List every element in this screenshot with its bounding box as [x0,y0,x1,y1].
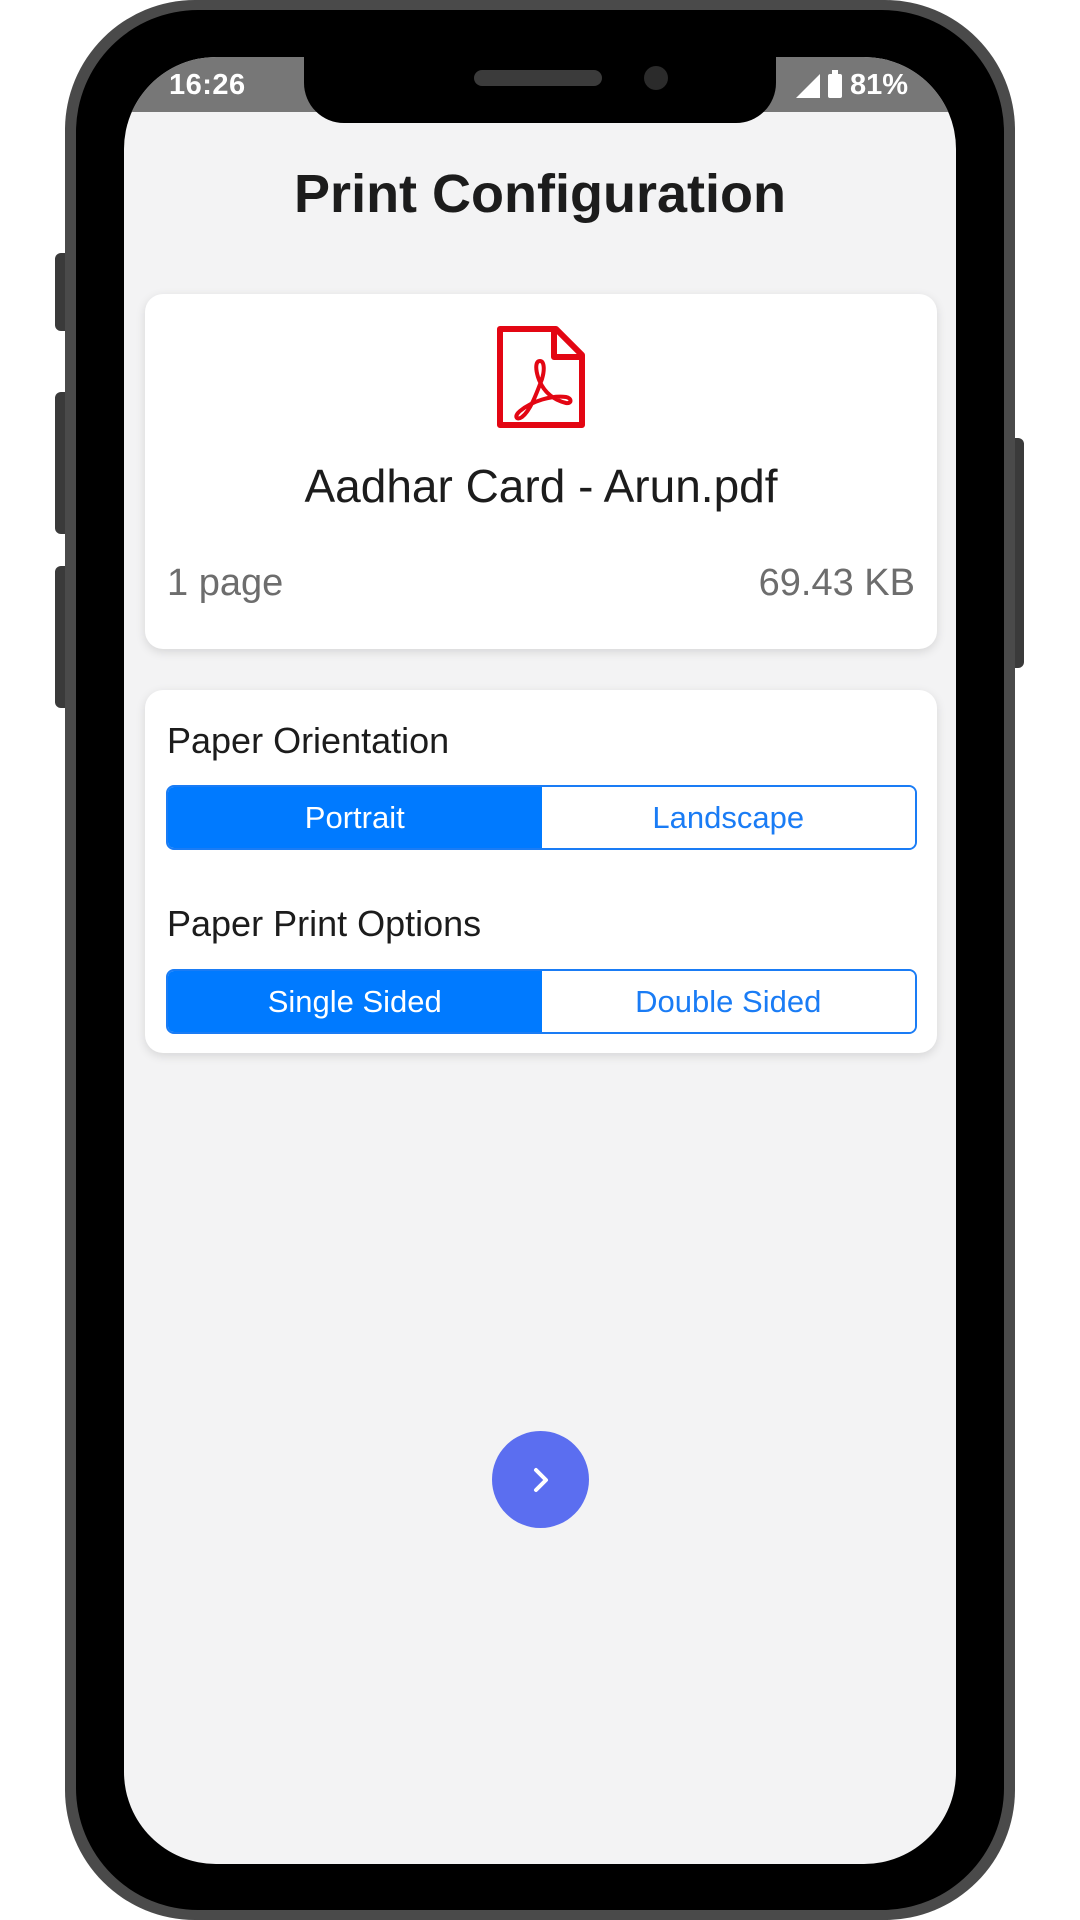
battery-percent: 81% [849,69,908,101]
status-indicators: 81% [795,69,908,102]
single-sided-option[interactable]: Single Sided [168,971,542,1032]
paper-print-options-label: Paper Print Options [167,903,482,944]
file-name: Aadhar Card - Arun.pdf [304,460,778,512]
file-info-card: Aadhar Card - Arun.pdf 1 page 69.43 KB [145,294,937,649]
signal-icon [795,73,820,98]
next-button[interactable] [492,1431,589,1528]
speaker-grille [474,70,602,86]
chevron-right-icon [533,1467,548,1492]
double-sided-option[interactable]: Double Sided [541,971,915,1032]
portrait-option[interactable]: Portrait [168,787,542,848]
print-sides-selector: Single Sided Double Sided [166,969,917,1034]
file-size: 69.43 KB [758,562,915,604]
battery-icon [827,69,842,98]
print-options-card: Paper Orientation Portrait Landscape Pap… [145,690,937,1053]
page-count: 1 page [167,562,284,604]
page-title: Print Configuration [294,164,786,224]
paper-orientation-label: Paper Orientation [167,720,450,761]
landscape-option[interactable]: Landscape [541,787,915,848]
status-time: 16:26 [169,69,246,101]
notch [304,57,776,123]
app-screen: 16:26 81% Print Configuration Aadhar Car… [124,57,956,1864]
device-frame: 16:26 81% Print Configuration Aadhar Car… [0,0,1080,1920]
pdf-file-icon [497,326,585,428]
front-camera [644,66,668,90]
paper-orientation-selector: Portrait Landscape [166,785,917,850]
